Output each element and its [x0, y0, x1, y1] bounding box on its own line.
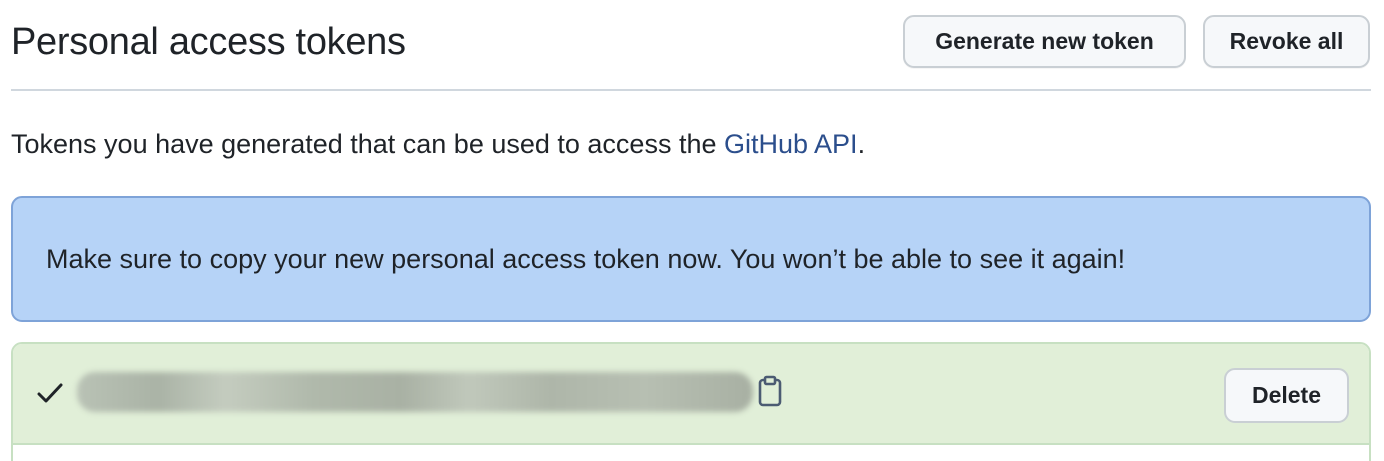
tokens-page: Personal access tokens Generate new toke…	[0, 0, 1384, 461]
intro-text: Tokens you have generated that can be us…	[11, 125, 865, 163]
github-api-link[interactable]: GitHub API	[724, 129, 858, 159]
token-value[interactable]	[77, 372, 753, 412]
intro-text-before: Tokens you have generated that can be us…	[11, 129, 724, 159]
clipboard-copy-icon[interactable]	[757, 375, 783, 407]
flash-notice: Make sure to copy your new personal acce…	[11, 196, 1371, 322]
page-title: Personal access tokens	[11, 21, 406, 63]
check-icon	[37, 383, 63, 403]
new-token-row: Delete	[13, 344, 1369, 445]
revoke-all-button[interactable]: Revoke all	[1203, 15, 1370, 68]
token-list: Delete	[11, 342, 1371, 461]
generate-new-token-button[interactable]: Generate new token	[903, 15, 1186, 68]
intro-text-after: .	[857, 129, 866, 159]
flash-message: Make sure to copy your new personal acce…	[46, 244, 1126, 274]
page-header: Personal access tokens Generate new toke…	[11, 0, 1371, 91]
delete-token-button[interactable]: Delete	[1224, 368, 1349, 423]
